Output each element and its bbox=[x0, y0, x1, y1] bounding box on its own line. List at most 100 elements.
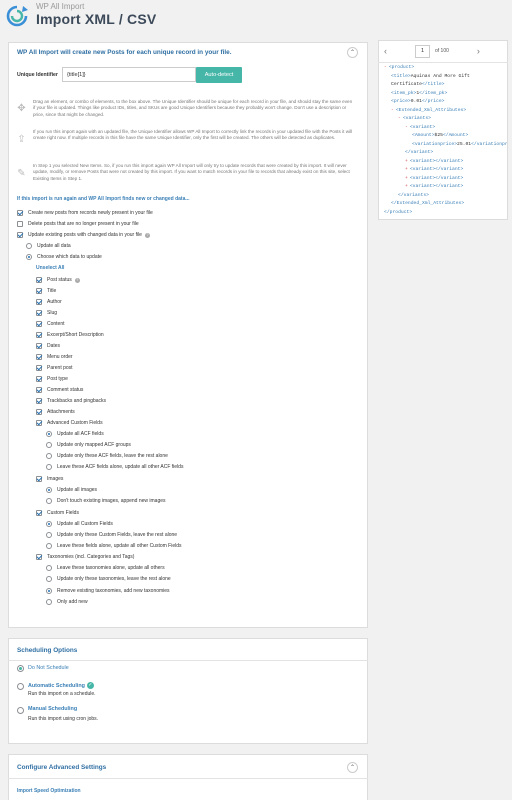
radio-tax-remove[interactable]: Remove existing taxonomies, add new taxo… bbox=[46, 587, 170, 595]
checkbox[interactable] bbox=[36, 554, 42, 560]
checkbox[interactable] bbox=[36, 365, 42, 371]
expand-toggle-icon[interactable]: + bbox=[405, 167, 408, 172]
checkbox[interactable] bbox=[36, 398, 42, 404]
field-post-status[interactable]: Post status? bbox=[36, 276, 80, 284]
radio-tax-add[interactable]: Only add new bbox=[46, 598, 88, 606]
manual-scheduling-label[interactable]: Manual Scheduling bbox=[28, 706, 77, 712]
xml-line[interactable]: + <variant></variant> bbox=[405, 175, 463, 184]
xml-line[interactable]: - <variant> bbox=[405, 124, 435, 133]
xml-line[interactable]: + <variant></variant> bbox=[405, 166, 463, 175]
help-icon[interactable]: ? bbox=[74, 277, 80, 283]
radio[interactable] bbox=[46, 576, 52, 582]
checkbox[interactable] bbox=[36, 420, 42, 426]
radio[interactable] bbox=[46, 464, 52, 470]
checkbox[interactable] bbox=[36, 332, 42, 338]
checkbox[interactable] bbox=[36, 277, 42, 283]
xml-line[interactable]: <item_pk>1</item_pk> bbox=[391, 90, 447, 99]
xml-line[interactable]: <price>0.01</price> bbox=[391, 98, 444, 107]
expand-toggle-icon[interactable]: + bbox=[405, 184, 408, 189]
chevron-left-icon[interactable]: ‹ bbox=[384, 46, 387, 56]
xml-line[interactable]: </variants> bbox=[398, 192, 429, 201]
checkbox[interactable] bbox=[36, 321, 42, 327]
xml-line[interactable]: + <variant></variant> bbox=[405, 158, 463, 167]
expand-toggle-icon[interactable]: + bbox=[405, 176, 408, 181]
radio-update-all-data[interactable]: Update all data bbox=[26, 242, 71, 250]
checkbox[interactable] bbox=[36, 409, 42, 415]
field-images[interactable]: Images bbox=[36, 475, 63, 483]
radio[interactable] bbox=[46, 532, 52, 538]
radio[interactable] bbox=[46, 565, 52, 571]
xml-line[interactable]: - <product> bbox=[384, 64, 414, 73]
radio-tax-only[interactable]: Update only these taxonomies, leave the … bbox=[46, 575, 171, 583]
radio[interactable] bbox=[46, 453, 52, 459]
collapse-toggle-icon[interactable]: - bbox=[384, 65, 387, 70]
checkbox[interactable] bbox=[36, 288, 42, 294]
xml-line[interactable]: + <variant></variant> bbox=[405, 183, 463, 192]
field-slug[interactable]: Slug bbox=[36, 309, 57, 317]
xml-line[interactable]: </product> bbox=[384, 209, 412, 218]
radio-acf-mapped[interactable]: Update only mapped ACF groups bbox=[46, 441, 131, 449]
radio-images-all[interactable]: Update all images bbox=[46, 486, 97, 494]
checkbox[interactable] bbox=[36, 310, 42, 316]
xml-line[interactable]: - <variants> bbox=[398, 115, 431, 124]
field-attachments[interactable]: Attachments bbox=[36, 408, 75, 416]
radio-acf-leave[interactable]: Leave these ACF fields alone, update all… bbox=[46, 463, 183, 471]
xml-line[interactable]: <title>Aquinas And More Gift bbox=[391, 73, 470, 82]
xml-line[interactable]: Certificate</title> bbox=[391, 81, 444, 90]
checkbox[interactable] bbox=[17, 232, 23, 238]
radio-images-append[interactable]: Don't touch existing images, append new … bbox=[46, 497, 166, 505]
option-update-existing[interactable]: Update existing posts with changed data … bbox=[17, 231, 150, 239]
xml-line[interactable]: <variationprice>25.01</variationprice> bbox=[412, 141, 507, 150]
checkbox[interactable] bbox=[17, 210, 23, 216]
collapse-toggle-icon[interactable]: - bbox=[391, 108, 394, 113]
radio-acf-all[interactable]: Update all ACF fields bbox=[46, 430, 104, 438]
record-number-input[interactable] bbox=[415, 44, 430, 58]
field-trackbacks[interactable]: Trackbacks and pingbacks bbox=[36, 397, 106, 405]
radio[interactable] bbox=[46, 521, 52, 527]
radio-cf-all[interactable]: Update all Custom Fields bbox=[46, 520, 113, 528]
radio-tax-leave[interactable]: Leave these taxonomies alone, update all… bbox=[46, 564, 165, 572]
radio[interactable] bbox=[46, 442, 52, 448]
collapse-toggle-icon[interactable]: - bbox=[405, 125, 408, 130]
checkbox[interactable] bbox=[36, 354, 42, 360]
field-taxonomies[interactable]: Taxonomies (incl. Categories and Tags) bbox=[36, 553, 134, 561]
field-menu-order[interactable]: Menu order bbox=[36, 353, 73, 361]
field-post-type[interactable]: Post type bbox=[36, 375, 68, 383]
radio-acf-only[interactable]: Update only these ACF fields, leave the … bbox=[46, 452, 168, 460]
field-author[interactable]: Author bbox=[36, 298, 62, 306]
chevron-up-icon[interactable]: ⌃ bbox=[347, 762, 358, 773]
radio[interactable] bbox=[46, 588, 52, 594]
checkbox[interactable] bbox=[36, 387, 42, 393]
field-custom-fields[interactable]: Custom Fields bbox=[36, 509, 79, 517]
field-dates[interactable]: Dates bbox=[36, 342, 60, 350]
radio[interactable] bbox=[46, 431, 52, 437]
radio[interactable] bbox=[46, 599, 52, 605]
field-title[interactable]: Title bbox=[36, 287, 56, 295]
field-acf[interactable]: Advanced Custom Fields bbox=[36, 419, 103, 427]
xml-line[interactable]: </variant> bbox=[405, 149, 433, 158]
checkbox[interactable] bbox=[36, 376, 42, 382]
radio[interactable] bbox=[46, 543, 52, 549]
radio[interactable] bbox=[26, 254, 32, 260]
field-parent-post[interactable]: Parent post bbox=[36, 364, 73, 372]
radio[interactable] bbox=[46, 487, 52, 493]
radio-cf-only[interactable]: Update only these Custom Fields, leave t… bbox=[46, 531, 177, 539]
radio[interactable] bbox=[26, 243, 32, 249]
field-comment-status[interactable]: Comment status bbox=[36, 386, 83, 394]
chevron-up-icon[interactable]: ⌃ bbox=[347, 47, 358, 58]
checkbox[interactable] bbox=[36, 343, 42, 349]
radio[interactable] bbox=[46, 498, 52, 504]
xml-line[interactable]: </Extended_Xml_Attributes> bbox=[391, 200, 464, 209]
expand-toggle-icon[interactable]: + bbox=[405, 159, 408, 164]
checkbox[interactable] bbox=[36, 510, 42, 516]
collapse-toggle-icon[interactable]: - bbox=[398, 116, 401, 121]
radio-choose-data[interactable]: Choose which data to update bbox=[26, 253, 102, 261]
automatic-scheduling-label[interactable]: Automatic Scheduling ✓ bbox=[28, 682, 94, 689]
xml-line[interactable]: - <Extended_Xml_Attributes> bbox=[391, 107, 466, 116]
checkbox[interactable] bbox=[36, 476, 42, 482]
radio-do-not-schedule[interactable] bbox=[17, 665, 24, 672]
checkbox[interactable] bbox=[17, 221, 23, 227]
field-content[interactable]: Content bbox=[36, 320, 65, 328]
unselect-all-link[interactable]: Unselect All bbox=[36, 265, 64, 271]
unique-identifier-input[interactable] bbox=[62, 67, 196, 82]
